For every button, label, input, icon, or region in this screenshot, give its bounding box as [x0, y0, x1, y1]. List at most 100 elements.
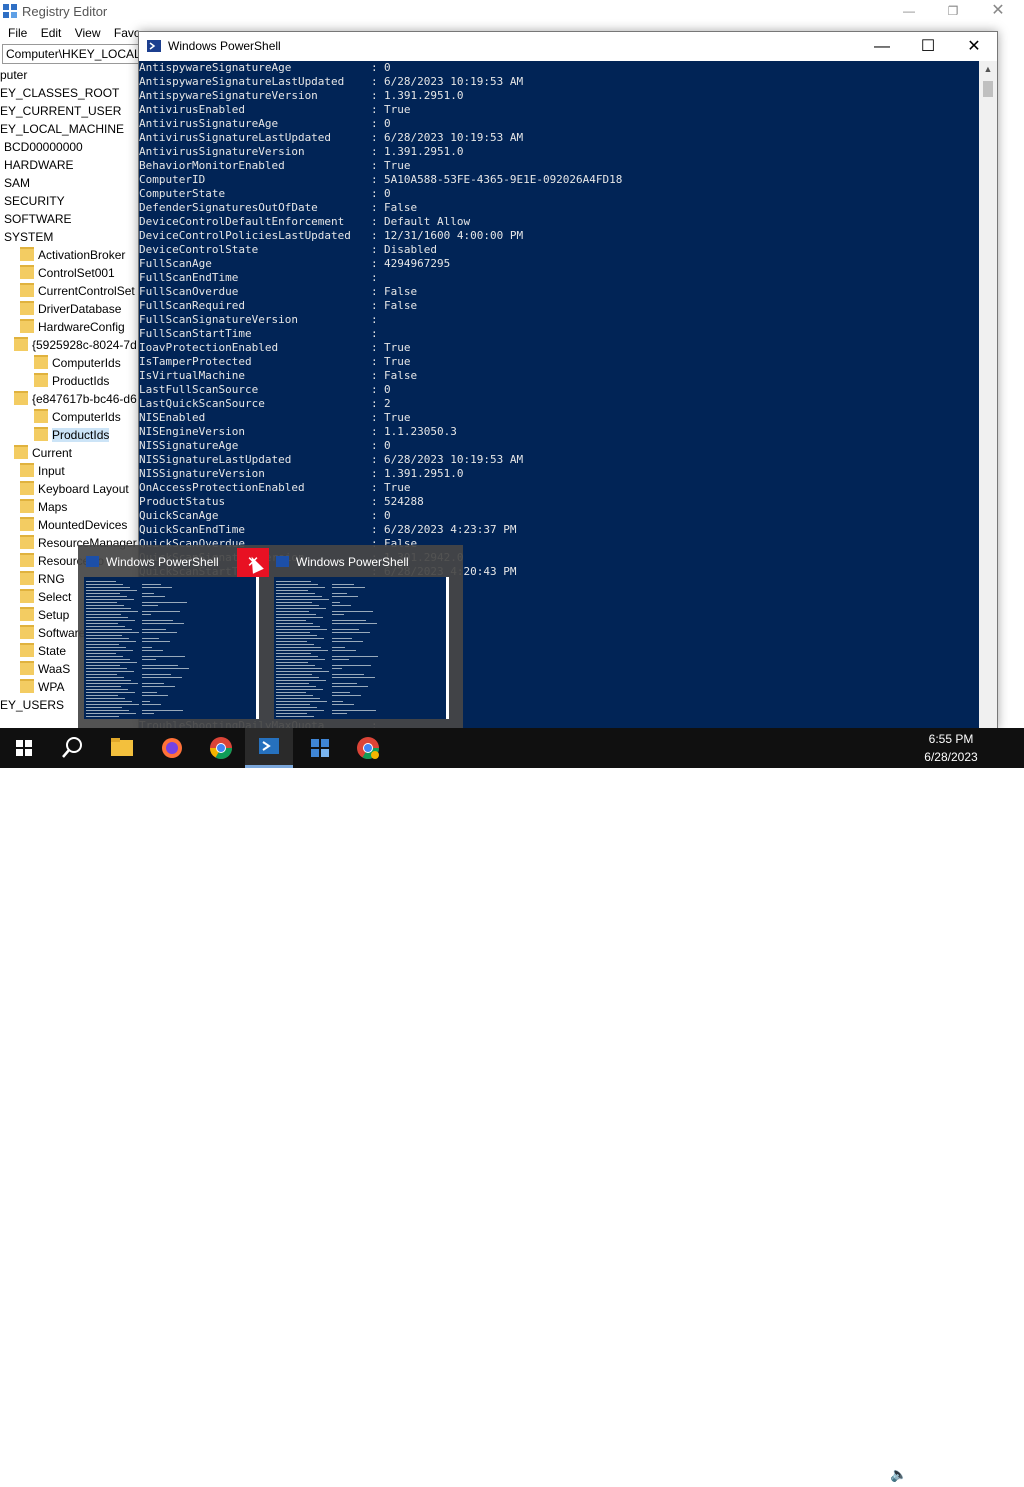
clock-time[interactable]: 6:55 PM: [918, 732, 984, 746]
preview-text-line: [276, 659, 325, 660]
tree-item[interactable]: ProductIds: [34, 426, 110, 444]
tree-item[interactable]: SYSTEM: [4, 228, 53, 246]
tree-item[interactable]: MountedDevices: [20, 516, 127, 534]
taskbar-file-explorer[interactable]: [98, 728, 146, 768]
scroll-up-icon[interactable]: ▲: [979, 61, 997, 78]
menu-view[interactable]: View: [75, 23, 101, 43]
preview-text-line: [86, 644, 119, 645]
preview-text-line: [276, 620, 306, 621]
folder-icon: [34, 409, 48, 423]
taskbar: ⌃ ▤ 🔈 □: [0, 728, 1024, 1486]
window-title: Registry Editor: [22, 4, 108, 19]
property-name: ComputerState: [139, 187, 226, 200]
tree-item[interactable]: ControlSet001: [20, 264, 115, 282]
tree-item-label: Select: [38, 590, 72, 604]
action-center-icon[interactable]: □: [982, 1466, 993, 1487]
maximize-button[interactable]: ☐: [905, 32, 951, 61]
scroll-thumb[interactable]: [983, 81, 993, 97]
tree-item[interactable]: CurrentControlSet: [20, 282, 135, 300]
preview-text-line: [332, 614, 344, 615]
registry-editor-titlebar[interactable]: Registry Editor — ❐ ✕: [0, 0, 1024, 22]
folder-icon: [20, 661, 34, 675]
tree-item[interactable]: EY_LOCAL_MACHINE: [0, 120, 124, 138]
show-hidden-icons-chevron[interactable]: ⌃: [838, 1466, 850, 1483]
tree-item[interactable]: WaaS: [20, 660, 70, 678]
console-line: IsVirtualMachine: False: [139, 369, 417, 383]
taskbar-firefox[interactable]: [148, 728, 196, 768]
property-separator: :: [371, 117, 378, 130]
property-separator: :: [371, 229, 378, 242]
taskbar-registry-editor[interactable]: [296, 728, 344, 768]
preview-text-line: [276, 617, 323, 618]
tree-item[interactable]: Maps: [20, 498, 67, 516]
preview-text-line: [142, 593, 154, 594]
tree-item[interactable]: SOFTWARE: [4, 210, 72, 228]
close-button[interactable]: ✕: [951, 32, 997, 61]
taskbar-chrome-2[interactable]: [344, 728, 392, 768]
property-name: AntispywareSignatureAge: [139, 61, 292, 74]
tree-item[interactable]: {5925928c-8024-7d: [14, 336, 137, 354]
tree-item[interactable]: SAM: [4, 174, 30, 192]
property-separator: :: [371, 425, 378, 438]
tree-item[interactable]: Software: [20, 624, 85, 642]
property-name: DeviceControlPoliciesLastUpdated: [139, 229, 351, 242]
preview-text-line: [276, 599, 329, 600]
property-separator: :: [371, 145, 378, 158]
property-name: AntivirusSignatureLastUpdated: [139, 131, 332, 144]
tree-item[interactable]: ProductIds: [34, 372, 109, 390]
tree-item[interactable]: WPA: [20, 678, 64, 696]
clock-date[interactable]: 6/28/2023: [918, 750, 984, 764]
console-line: NISEnabled: True: [139, 411, 411, 425]
tree-item[interactable]: DriverDatabase: [20, 300, 121, 318]
tree-item[interactable]: Setup: [20, 606, 69, 624]
tree-item[interactable]: EY_USERS: [0, 696, 64, 714]
tree-item[interactable]: State: [20, 642, 66, 660]
maximize-button[interactable]: ❐: [931, 0, 975, 22]
thumbnail-powershell-2[interactable]: Windows PowerShell: [268, 545, 458, 728]
tree-item[interactable]: Current: [14, 444, 72, 462]
tree-item[interactable]: RNG: [20, 570, 65, 588]
folder-icon: [20, 481, 34, 495]
preview-text-line: [332, 629, 359, 630]
menu-edit[interactable]: Edit: [41, 23, 62, 43]
menu-file[interactable]: File: [8, 23, 27, 43]
property-separator: :: [371, 411, 378, 424]
tree-item[interactable]: EY_CLASSES_ROOT: [0, 84, 119, 102]
tree-item[interactable]: {e847617b-bc46-d6: [14, 390, 137, 408]
firefox-icon: [162, 738, 182, 758]
powershell-titlebar[interactable]: Windows PowerShell — ☐ ✕: [139, 32, 997, 61]
preview-text-line: [86, 668, 127, 669]
tree-item[interactable]: Keyboard Layout: [20, 480, 129, 498]
tree-item[interactable]: EY_CURRENT_USER: [0, 102, 121, 120]
minimize-button[interactable]: —: [887, 0, 931, 22]
volume-muted-icon[interactable]: 🔈: [890, 1466, 907, 1483]
tree-item[interactable]: ComputerIds: [34, 354, 121, 372]
tree-item[interactable]: SECURITY: [4, 192, 65, 210]
menu-favorites[interactable]: Favo: [114, 23, 141, 43]
tree-item[interactable]: puter: [0, 66, 27, 84]
tree-item[interactable]: HardwareConfig: [20, 318, 125, 336]
taskbar-powershell[interactable]: [245, 728, 293, 768]
tree-item[interactable]: ActivationBroker: [20, 246, 125, 264]
start-button[interactable]: [0, 728, 48, 768]
property-value: 6/28/2023 10:19:53 AM: [384, 453, 524, 466]
tree-item[interactable]: Select: [20, 588, 71, 606]
console-line: IsTamperProtected: True: [139, 355, 411, 369]
preview-text-line: [86, 599, 134, 600]
tree-item[interactable]: Input: [20, 462, 65, 480]
tree-item[interactable]: BCD00000000: [4, 138, 83, 156]
taskbar-chrome[interactable]: [197, 728, 245, 768]
vertical-scrollbar[interactable]: ▲: [979, 61, 997, 729]
preview-text-line: [142, 602, 187, 603]
minimize-button[interactable]: —: [859, 32, 905, 61]
network-icon[interactable]: ▤: [862, 1466, 875, 1483]
property-separator: :: [371, 523, 378, 536]
folder-icon: [14, 337, 28, 351]
property-name: NISEnabled: [139, 411, 206, 424]
close-button[interactable]: ✕: [976, 0, 1020, 22]
tree-item[interactable]: HARDWARE: [4, 156, 74, 174]
tree-item-label: HARDWARE: [4, 158, 74, 172]
preview-text-line: [86, 593, 120, 594]
tree-item[interactable]: ComputerIds: [34, 408, 121, 426]
search-button[interactable]: [48, 728, 96, 768]
